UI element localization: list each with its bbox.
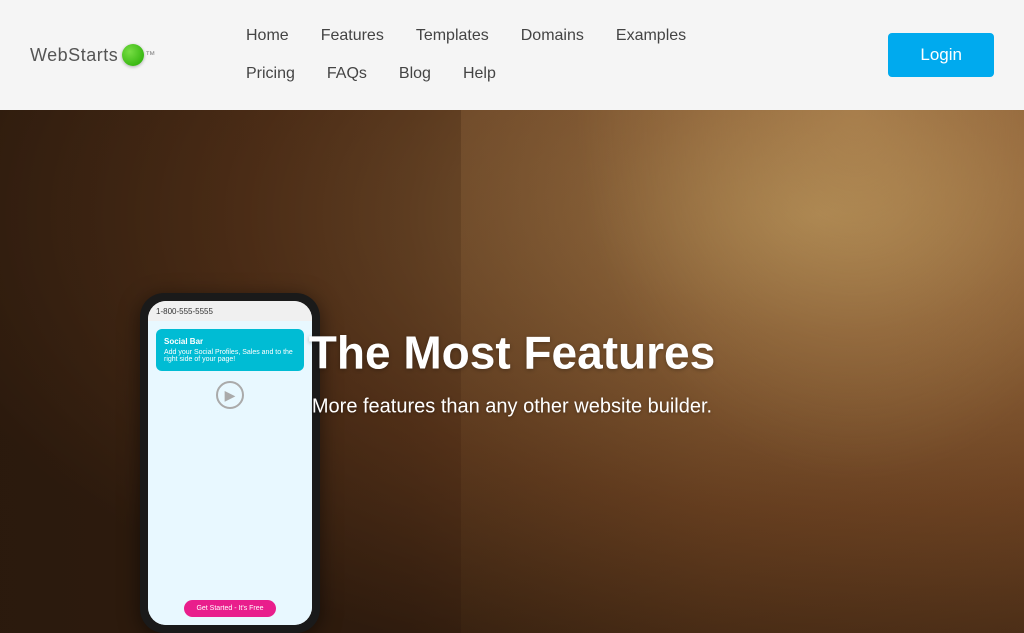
nav-features[interactable]: Features xyxy=(305,23,400,49)
main-nav: Home Features Templates Domains Examples… xyxy=(230,17,888,93)
phone-circle-icon: ▶ xyxy=(216,381,244,409)
nav-home[interactable]: Home xyxy=(230,23,305,49)
logo-text: WebStarts xyxy=(30,45,118,66)
nav-pricing[interactable]: Pricing xyxy=(230,61,311,87)
phone-status-bar: 1-800-555-5555 xyxy=(148,301,312,321)
logo-tm: ™ xyxy=(145,50,155,61)
logo-dot-icon xyxy=(122,44,144,66)
nav-help[interactable]: Help xyxy=(447,61,512,87)
nav-faqs[interactable]: FAQs xyxy=(311,61,383,87)
nav-examples[interactable]: Examples xyxy=(600,23,702,49)
nav-row-1: Home Features Templates Domains Examples xyxy=(230,17,888,55)
header-right: Login xyxy=(888,0,994,110)
hero-content: The Most Features More features than any… xyxy=(262,325,762,418)
nav-templates[interactable]: Templates xyxy=(400,23,505,49)
phone-cta-button[interactable]: Get Started - It's Free xyxy=(184,600,275,617)
nav-row-2: Pricing FAQs Blog Help xyxy=(230,55,888,93)
phone-number: 1-800-555-5555 xyxy=(156,307,213,316)
nav-blog[interactable]: Blog xyxy=(383,61,447,87)
hero-title: The Most Features xyxy=(262,325,762,379)
hero-subtitle: More features than any other website bui… xyxy=(262,395,762,418)
login-button[interactable]: Login xyxy=(888,33,994,77)
hero-section: 1-800-555-5555 Social Bar Add your Socia… xyxy=(0,110,1024,633)
nav-domains[interactable]: Domains xyxy=(505,23,600,49)
header: WebStarts ™ Home Features Templates Doma… xyxy=(0,0,1024,110)
logo[interactable]: WebStarts ™ xyxy=(30,44,190,66)
